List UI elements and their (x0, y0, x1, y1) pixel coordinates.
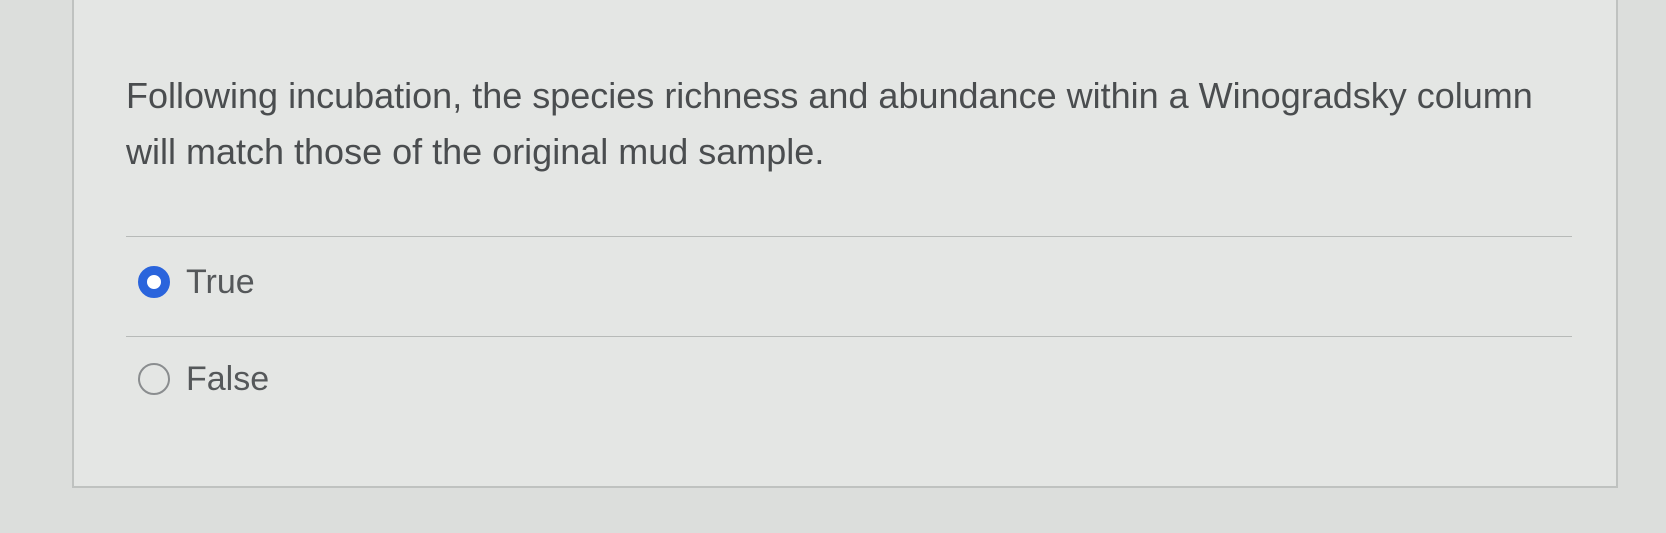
question-text: Following incubation, the species richne… (126, 75, 1533, 172)
option-false[interactable]: False (138, 359, 269, 399)
option-label: True (186, 262, 255, 301)
question-card: Following incubation, the species richne… (72, 0, 1618, 488)
option-label: False (186, 359, 270, 398)
radio-button-unselected[interactable] (138, 363, 170, 395)
option-true[interactable]: True (138, 262, 255, 302)
radio-button-selected[interactable] (138, 266, 170, 298)
divider (126, 336, 1572, 337)
divider (126, 236, 1572, 237)
